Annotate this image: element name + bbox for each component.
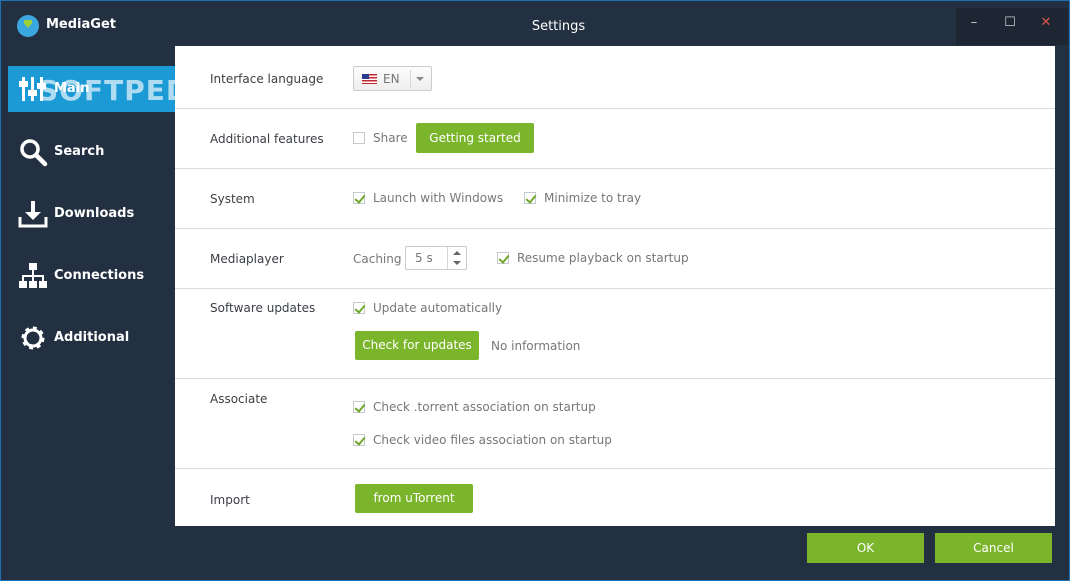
gear-icon <box>21 326 45 350</box>
sidebar-item-additional[interactable]: Additional <box>8 315 175 361</box>
mediaplayer-row: Mediaplayer Caching 5 s Resume playback … <box>175 229 1055 289</box>
sidebar-item-label: Additional <box>54 330 130 345</box>
interface-language-label: Interface language <box>210 72 324 86</box>
sidebar-item-label: Search <box>54 144 105 159</box>
associate-row: Associate Check .torrent association on … <box>175 379 1055 469</box>
minimize-to-tray-label: Minimize to tray <box>544 191 642 205</box>
launch-with-windows-checkbox[interactable] <box>353 192 365 204</box>
ok-button[interactable]: OK <box>807 533 924 563</box>
minimize-button[interactable]: – <box>956 8 992 38</box>
caching-label: Caching <box>353 252 402 266</box>
title-bar: MediaGet Settings – ☐ ✕ <box>1 1 1069 46</box>
torrent-association-checkbox[interactable] <box>353 401 365 413</box>
additional-features-label: Additional features <box>210 132 324 146</box>
maximize-button[interactable]: ☐ <box>992 8 1028 38</box>
sidebar: Main SOFTPEDIA Search Downloads Connecti… <box>8 46 223 526</box>
system-row: System Launch with Windows Minimize to t… <box>175 169 1055 229</box>
interface-language-row: Interface language EN <box>175 46 1055 109</box>
sidebar-item-downloads[interactable]: Downloads <box>8 191 175 237</box>
caching-value: 5 s <box>415 251 433 265</box>
share-label: Share <box>373 131 408 145</box>
download-icon <box>18 201 48 228</box>
additional-features-row: Additional features Share Getting starte… <box>175 109 1055 169</box>
system-label: System <box>210 192 255 206</box>
sidebar-item-label: Connections <box>54 268 145 283</box>
mediaplayer-label: Mediaplayer <box>210 252 284 266</box>
associate-label: Associate <box>210 392 268 406</box>
chevron-down-icon[interactable] <box>453 261 461 265</box>
mediaget-logo-icon <box>17 15 39 37</box>
chevron-up-icon[interactable] <box>453 251 461 255</box>
window-title: Settings <box>531 19 586 34</box>
getting-started-button[interactable]: Getting started <box>416 123 534 153</box>
torrent-association-label: Check .torrent association on startup <box>373 400 596 414</box>
search-icon <box>20 139 48 167</box>
video-association-label: Check video files association on startup <box>373 433 612 447</box>
caching-stepper[interactable]: 5 s <box>405 246 467 270</box>
resume-playback-checkbox[interactable] <box>497 252 509 264</box>
import-label: Import <box>210 493 250 507</box>
sidebar-item-search[interactable]: Search <box>8 129 175 175</box>
software-updates-label: Software updates <box>210 301 316 315</box>
us-flag-icon <box>362 74 377 84</box>
import-row: Import from uTorrent <box>175 469 1055 526</box>
settings-window: MediaGet Settings – ☐ ✕ Main SOFTPEDIA S… <box>0 0 1070 581</box>
network-icon <box>19 263 47 288</box>
app-name: MediaGet <box>46 17 116 32</box>
import-utorrent-button[interactable]: from uTorrent <box>355 484 473 513</box>
stepper-buttons <box>447 247 466 269</box>
launch-with-windows-label: Launch with Windows <box>373 191 504 205</box>
video-association-checkbox[interactable] <box>353 434 365 446</box>
settings-panel: Interface language EN Additional feature… <box>175 46 1055 526</box>
dropdown-separator <box>410 70 411 87</box>
close-button[interactable]: ✕ <box>1028 8 1064 38</box>
software-updates-row: Software updates Update automatically Ch… <box>175 289 1055 379</box>
chevron-down-icon <box>416 77 424 81</box>
sidebar-item-label: Downloads <box>54 206 135 221</box>
share-checkbox[interactable] <box>353 132 365 144</box>
check-for-updates-button[interactable]: Check for updates <box>355 331 479 360</box>
language-dropdown[interactable]: EN <box>353 66 432 91</box>
update-automatically-checkbox[interactable] <box>353 302 365 314</box>
update-status: No information <box>491 339 581 353</box>
cancel-button[interactable]: Cancel <box>935 533 1052 563</box>
update-automatically-label: Update automatically <box>373 301 503 315</box>
resume-playback-label: Resume playback on startup <box>517 251 689 265</box>
minimize-to-tray-checkbox[interactable] <box>524 192 536 204</box>
sidebar-item-connections[interactable]: Connections <box>8 253 175 299</box>
language-value: EN <box>383 72 400 86</box>
